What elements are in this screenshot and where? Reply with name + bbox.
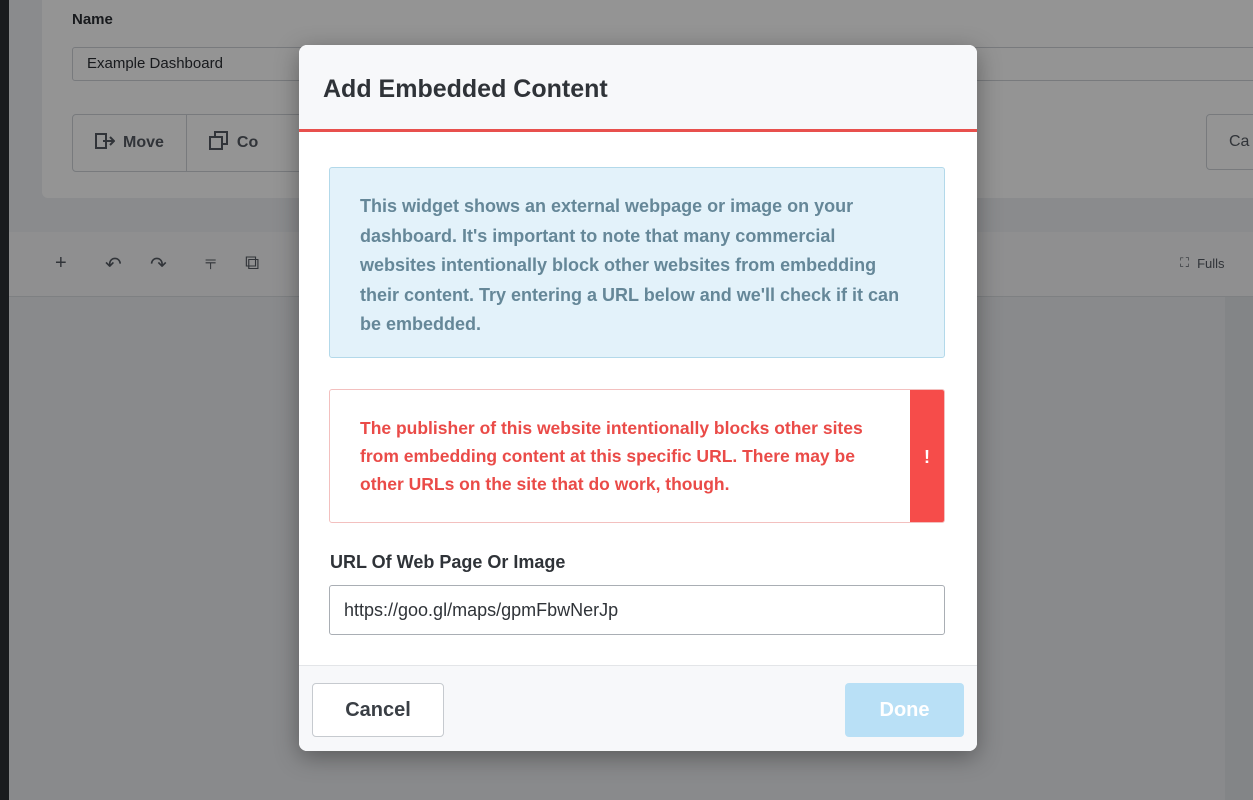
dialog-title: Add Embedded Content — [323, 75, 608, 103]
dialog-footer: Cancel Done — [299, 665, 977, 751]
error-exclamation-icon: ! — [910, 390, 944, 522]
url-field-label: URL Of Web Page Or Image — [330, 552, 566, 572]
info-message: This widget shows an external webpage or… — [329, 167, 945, 358]
url-input[interactable] — [329, 585, 945, 635]
add-embedded-content-dialog: Add Embedded Content This widget shows a… — [299, 45, 977, 751]
done-button[interactable]: Done — [845, 683, 964, 737]
error-message-text: The publisher of this website intentiona… — [360, 418, 863, 494]
cancel-button[interactable]: Cancel — [312, 683, 444, 737]
dialog-header: Add Embedded Content — [299, 45, 977, 132]
error-message: The publisher of this website intentiona… — [329, 389, 945, 523]
